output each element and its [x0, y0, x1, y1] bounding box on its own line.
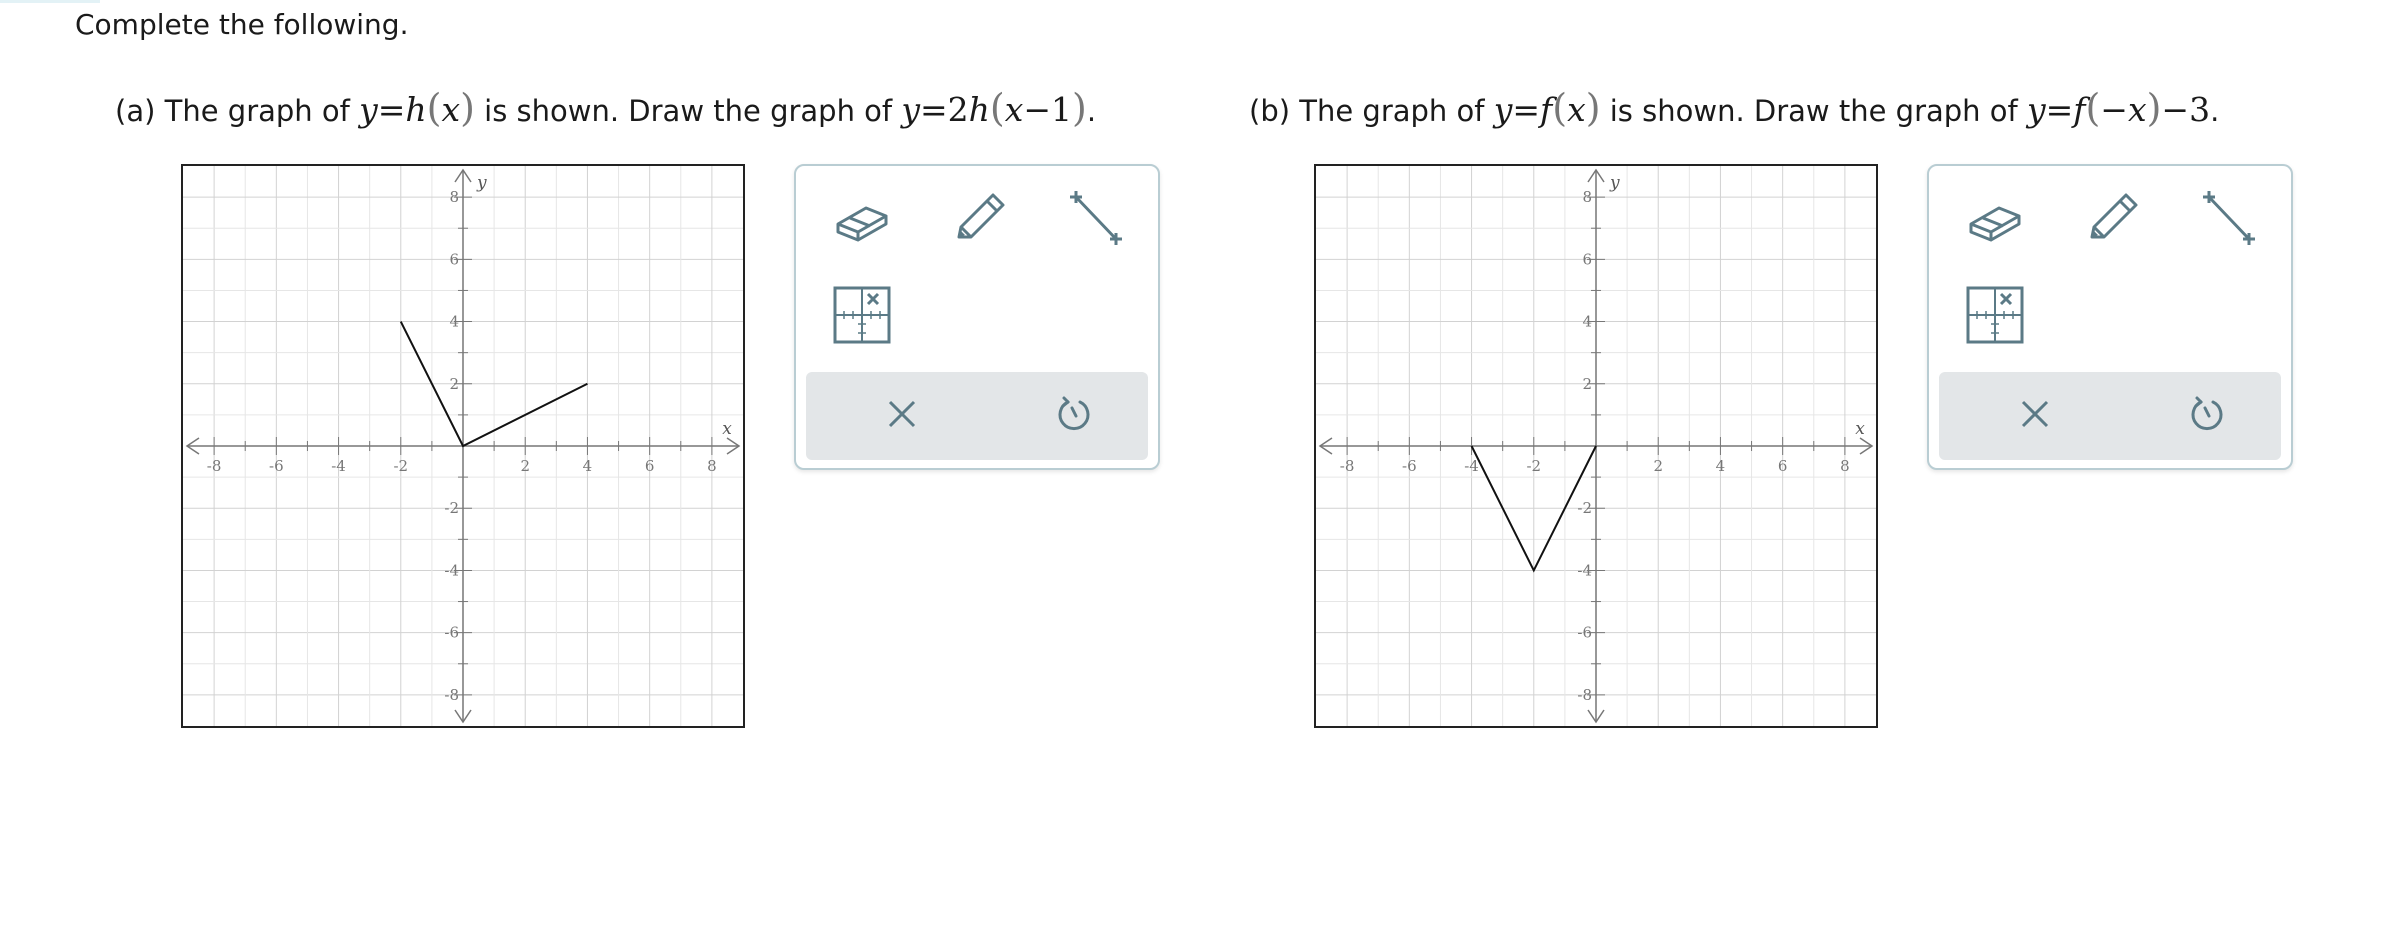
pencil-icon	[2082, 189, 2142, 253]
y-tick-label: -6	[1577, 624, 1592, 642]
y-tick-label: -4	[444, 561, 459, 579]
x-tick-label: -4	[1464, 457, 1479, 475]
x-tick-label: 2	[520, 457, 530, 475]
clear-button[interactable]	[862, 386, 942, 446]
eraser-icon	[832, 194, 892, 248]
pencil-tool-button[interactable]	[941, 186, 1017, 256]
pencil-icon	[949, 189, 1009, 253]
y-axis-label: y	[1609, 173, 1620, 193]
undo-icon	[1054, 394, 1094, 438]
line-tool-button[interactable]	[1058, 186, 1134, 256]
x-tick-label: -4	[331, 457, 346, 475]
line-segment-icon	[2199, 189, 2259, 253]
y-tick-label: 8	[449, 188, 459, 206]
x-axis-label: x	[722, 419, 732, 439]
undo-icon	[2187, 394, 2227, 438]
clear-button[interactable]	[1995, 386, 2075, 446]
x-tick-label: 6	[645, 457, 655, 475]
given-function: y=f(x)	[1493, 86, 1601, 130]
x-tick-label: -2	[1526, 457, 1541, 475]
x-tick-label: -8	[207, 457, 222, 475]
close-icon	[2017, 396, 2053, 436]
y-tick-label: -2	[444, 499, 459, 517]
y-tick-label: 4	[449, 313, 459, 331]
x-tick-label: -2	[393, 457, 408, 475]
close-icon	[884, 396, 920, 436]
tool-panel-b	[1927, 164, 2293, 470]
eraser-icon	[1965, 194, 2025, 248]
x-tick-label: -8	[1340, 457, 1355, 475]
y-tick-label: 2	[449, 375, 459, 393]
graph-canvas-a[interactable]: -8 -6 -4 -2 2 4 6 8 8 6 4 2 -2 -4 -6 -8 x y	[181, 164, 745, 728]
line-segment-icon	[1066, 189, 1126, 253]
top-accent-bar	[0, 0, 100, 3]
y-tick-label: -8	[444, 686, 459, 704]
coordinate-plane-b[interactable]: -8 -6 -4 -2 2 4 6 8 8 6 4 2 -2 -4 -6 -8 x y	[1316, 166, 1876, 726]
action-bar	[1939, 372, 2281, 460]
eraser-tool-button[interactable]	[824, 186, 900, 256]
part-b-title: (b) The graph of y=f(x) is shown. Draw t…	[1249, 86, 2220, 130]
part-a-title: (a) The graph of y=h(x) is shown. Draw t…	[115, 86, 1097, 130]
undo-button[interactable]	[1034, 386, 1114, 446]
part-label: (b)	[1249, 94, 1291, 128]
grid-point-tool-button[interactable]	[824, 282, 900, 352]
x-tick-label: -6	[1402, 457, 1417, 475]
y-axis-label: y	[476, 173, 487, 193]
x-tick-label: -6	[269, 457, 284, 475]
y-tick-label: -4	[1577, 561, 1592, 579]
action-bar	[806, 372, 1148, 460]
y-tick-label: 4	[1582, 313, 1592, 331]
graph-grid-icon	[832, 285, 892, 349]
y-tick-label: -2	[1577, 499, 1592, 517]
graph-canvas-b[interactable]: -8 -6 -4 -2 2 4 6 8 8 6 4 2 -2 -4 -6 -8 x y	[1314, 164, 1878, 728]
coordinate-plane-a[interactable]: -8 -6 -4 -2 2 4 6 8 8 6 4 2 -2 -4 -6 -8 x y	[183, 166, 743, 726]
part-text: The graph of	[1299, 94, 1485, 128]
line-tool-button[interactable]	[2191, 186, 2267, 256]
undo-button[interactable]	[2167, 386, 2247, 446]
x-axis-label: x	[1855, 419, 1865, 439]
grid-point-tool-button[interactable]	[1957, 282, 2033, 352]
y-tick-label: -8	[1577, 686, 1592, 704]
x-tick-label: 2	[1653, 457, 1663, 475]
target-function: y=f(−x)−3	[2026, 86, 2211, 130]
part-label: (a)	[115, 94, 156, 128]
y-tick-label: 6	[449, 250, 459, 268]
part-text: The graph of	[164, 94, 350, 128]
x-tick-label: 8	[1840, 457, 1850, 475]
given-function: y=h(x)	[359, 86, 475, 130]
y-tick-label: 8	[1582, 188, 1592, 206]
y-tick-label: 2	[1582, 375, 1592, 393]
eraser-tool-button[interactable]	[1957, 186, 2033, 256]
y-tick-label: -6	[444, 624, 459, 642]
x-tick-label: 4	[583, 457, 593, 475]
x-tick-label: 6	[1778, 457, 1788, 475]
pencil-tool-button[interactable]	[2074, 186, 2150, 256]
x-tick-label: 4	[1716, 457, 1726, 475]
target-function: y=2h(x−1)	[901, 86, 1087, 130]
y-tick-label: 6	[1582, 250, 1592, 268]
part-text: is shown. Draw the graph of	[484, 94, 893, 128]
part-text: is shown. Draw the graph of	[1609, 94, 2018, 128]
tool-panel-a	[794, 164, 1160, 470]
instruction-text: Complete the following.	[75, 8, 409, 41]
x-tick-label: 8	[707, 457, 717, 475]
graph-grid-icon	[1965, 285, 2025, 349]
